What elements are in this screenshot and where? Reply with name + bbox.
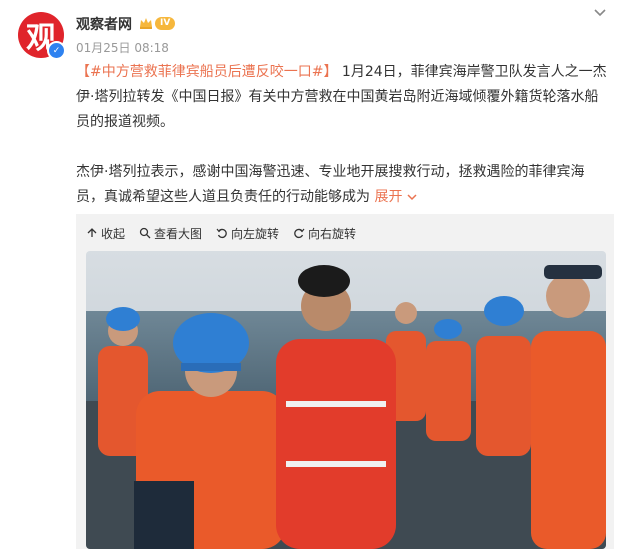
level-badge: IV	[155, 17, 176, 30]
expand-label[interactable]: 展开	[374, 189, 402, 205]
rotate-right-label: 向右旋转	[308, 226, 357, 241]
chevron-down-icon	[407, 194, 417, 201]
expand-button[interactable]: 展开	[374, 189, 417, 205]
post-body: 【#中方营救菲律宾船员后遭反咬一口#】 1月24日，菲律宾海岸警卫队发言人之一杰…	[76, 60, 611, 210]
paragraph-2-text: 杰伊·塔列拉表示，感谢中国海警迅速、专业地开展搜救行动，拯救遇险的菲律宾海员，真…	[76, 164, 585, 205]
rotate-left-button[interactable]: 向左旋转	[216, 224, 279, 242]
collapse-button[interactable]: 收起	[86, 224, 125, 242]
collapse-icon	[87, 228, 97, 237]
post-timestamp[interactable]: 01月25日 08:18	[76, 39, 169, 56]
chevron-down-icon[interactable]	[593, 6, 607, 20]
post-photo[interactable]	[86, 251, 606, 549]
author-name[interactable]: 观察者网	[76, 14, 132, 34]
view-large-button[interactable]: 查看大图	[139, 224, 202, 242]
verified-icon: ✓	[47, 41, 66, 60]
search-icon	[139, 227, 151, 239]
crown-icon	[140, 18, 152, 29]
post-paragraph-2: 杰伊·塔列拉表示，感谢中国海警迅速、专业地开展搜救行动，拯救遇险的菲律宾海员，真…	[76, 160, 611, 210]
rotate-right-icon	[294, 228, 305, 239]
rotate-left-icon	[216, 228, 227, 239]
collapse-label: 收起	[101, 226, 126, 241]
view-large-label: 查看大图	[154, 226, 203, 241]
rotate-right-button[interactable]: 向右旋转	[293, 224, 356, 242]
rotate-left-label: 向左旋转	[231, 226, 280, 241]
hashtag-text[interactable]: #中方营救菲律宾船员后遭反咬一口#	[90, 64, 323, 80]
media-toolbar: 收起 查看大图 向左旋转 向右旋转	[86, 224, 356, 242]
avatar[interactable]: 观 ✓	[18, 12, 66, 60]
post-paragraph-1: 【#中方营救菲律宾船员后遭反咬一口#】 1月24日，菲律宾海岸警卫队发言人之一杰…	[76, 60, 611, 135]
hashtag-link[interactable]: 【#中方营救菲律宾船员后遭反咬一口#】	[76, 64, 337, 80]
media-container: 收起 查看大图 向左旋转 向右旋转	[76, 214, 614, 549]
